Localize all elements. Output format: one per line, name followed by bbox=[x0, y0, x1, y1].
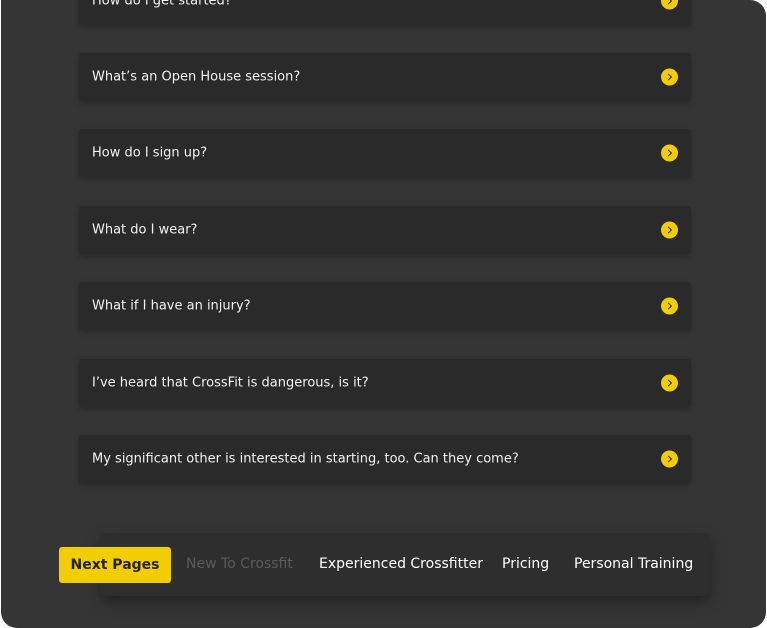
faq-question: How do I sign up? bbox=[92, 145, 208, 161]
nav-link-new-to-crossfit[interactable]: New To Crossfit bbox=[186, 556, 293, 572]
nav-link-personal-training[interactable]: Personal Training bbox=[574, 556, 693, 572]
faq-question: What if I have an injury? bbox=[92, 298, 251, 314]
next-pages-button[interactable]: Next Pages bbox=[59, 547, 171, 583]
faq-item[interactable]: I’ve heard that CrossFit is dangerous, i… bbox=[79, 359, 691, 407]
faq-question: What do I wear? bbox=[92, 222, 198, 238]
chevron-right-icon bbox=[661, 221, 678, 239]
faq-item[interactable]: How do I sign up? bbox=[79, 129, 691, 177]
chevron-right-icon bbox=[661, 297, 678, 315]
faq-question: What’s an Open House session? bbox=[92, 69, 301, 85]
faq-item[interactable]: My significant other is interested in st… bbox=[79, 435, 691, 483]
nav-link-pricing[interactable]: Pricing bbox=[502, 556, 549, 572]
page-frame: How do I get started? What’s an Open Hou… bbox=[1, 0, 766, 628]
faq-item[interactable]: What do I wear? bbox=[79, 206, 691, 254]
chevron-right-icon bbox=[661, 144, 678, 162]
nav-link-experienced-crossfitter[interactable]: Experienced Crossfitter bbox=[319, 556, 483, 572]
chevron-right-icon bbox=[661, 0, 678, 10]
faq-question: I’ve heard that CrossFit is dangerous, i… bbox=[92, 375, 369, 391]
chevron-right-icon bbox=[661, 450, 678, 468]
chevron-right-icon bbox=[661, 68, 678, 86]
faq-item[interactable]: What if I have an injury? bbox=[79, 282, 691, 330]
chevron-right-icon bbox=[661, 374, 678, 392]
faq-question: My significant other is interested in st… bbox=[92, 451, 519, 467]
frame-corner bbox=[746, 0, 766, 20]
faq-question: How do I get started? bbox=[92, 0, 232, 9]
faq-item[interactable]: What’s an Open House session? bbox=[79, 53, 691, 101]
faq-item[interactable]: How do I get started? bbox=[79, 0, 691, 25]
